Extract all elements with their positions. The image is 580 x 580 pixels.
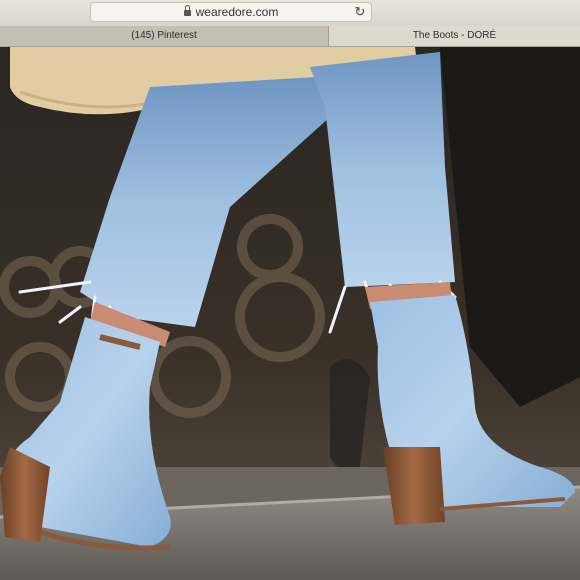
tab-pinterest[interactable]: (145) Pinterest xyxy=(0,26,329,46)
photo-boots xyxy=(0,47,580,580)
address-text: wearedore.com xyxy=(195,5,279,19)
photo-illustration xyxy=(0,47,580,580)
tab-bar: (145) Pinterest The Boots - DORÉ xyxy=(0,26,580,47)
address-bar[interactable]: wearedore.com ↻ xyxy=(90,2,372,22)
screen: wearedore.com ↻ (145) Pinterest The Boot… xyxy=(0,0,580,580)
reload-icon[interactable]: ↻ xyxy=(352,4,368,20)
tab-label: The Boots - DORÉ xyxy=(412,30,497,41)
browser-toolbar: wearedore.com ↻ xyxy=(0,0,580,26)
lock-icon xyxy=(183,5,191,16)
tab-label: (145) Pinterest xyxy=(131,30,197,41)
tab-the-boots[interactable]: The Boots - DORÉ xyxy=(329,26,580,46)
